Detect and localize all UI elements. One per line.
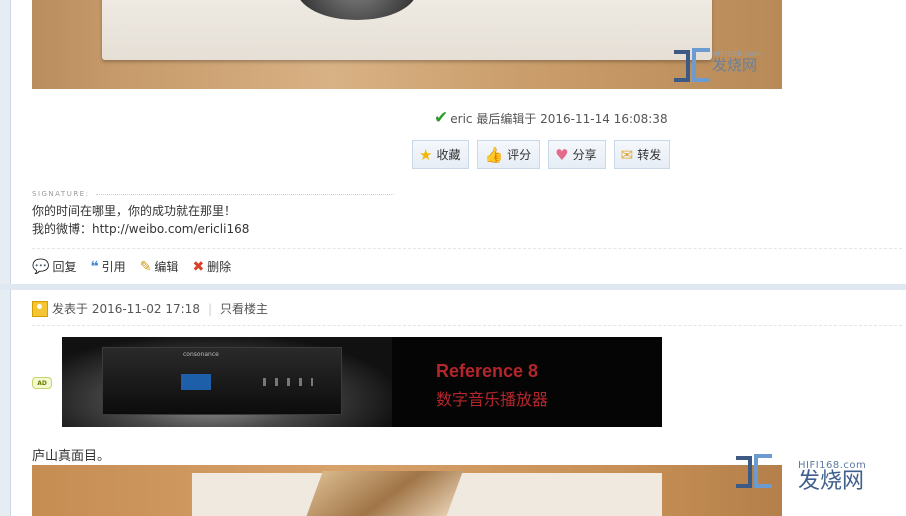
post-separator: [0, 284, 906, 290]
device-screen: [181, 374, 211, 390]
quote-link[interactable]: ❝ 引用: [90, 258, 125, 275]
edit-link[interactable]: ✎ 编辑: [140, 258, 179, 275]
post-footer: 💬 回复 ❝ 引用 ✎ 编辑 ✖ 删除: [32, 258, 231, 275]
favorite-button[interactable]: ★ 收藏: [412, 140, 470, 169]
forward-label: 转发: [637, 148, 662, 162]
watermark-name: 发烧网: [798, 469, 865, 494]
signature-label: SIGNATURE:: [32, 190, 90, 198]
ad-brand: consonance: [183, 351, 219, 358]
check-icon: ✔: [434, 108, 449, 128]
page-watermark-logo: HIFI168.com 发烧网: [734, 452, 866, 502]
edited-note: ✔ eric 最后编辑于 2016-11-14 16:08:38: [434, 108, 668, 128]
reply-link[interactable]: 💬 回复: [32, 258, 76, 275]
star-icon: ★: [419, 145, 433, 164]
ad-subtitle: 数字音乐播放器: [436, 390, 549, 409]
signature-line-1: 你的时间在哪里，你的成功就在那里！: [32, 204, 237, 218]
device-buttons: [263, 378, 313, 386]
favorite-label: 收藏: [436, 148, 461, 162]
signature-divider: [96, 194, 394, 195]
packing-foam: [102, 0, 712, 60]
user-online-icon: [32, 300, 48, 317]
edit-icon: ✎: [139, 258, 152, 275]
thumbs-up-icon: 👍: [484, 145, 504, 164]
left-sidebar-strip: [0, 0, 11, 516]
delete-label: 删除: [207, 260, 232, 274]
rate-button[interactable]: 👍 评分: [477, 140, 541, 169]
divider: [32, 248, 902, 249]
heart-icon: ♥: [555, 145, 569, 164]
edited-note-text: eric 最后编辑于 2016-11-14 16:08:38: [450, 111, 668, 126]
quote-label: 引用: [101, 260, 126, 274]
reply-icon: 💬: [32, 258, 50, 275]
product-bottom: [301, 471, 463, 516]
ad-title: Reference 8: [436, 361, 539, 381]
quote-icon: ❝: [90, 258, 99, 275]
post-actions: ★ 收藏 👍 评分 ♥ 分享 ✉ 转发: [412, 140, 671, 169]
post-header: 发表于 2016-11-02 17:18 | 只看楼主: [32, 300, 268, 317]
delete-link[interactable]: ✖ 删除: [192, 258, 231, 275]
divider: [32, 325, 902, 326]
forward-button[interactable]: ✉ 转发: [613, 140, 671, 169]
edit-label: 编辑: [154, 260, 179, 274]
posted-at: 发表于 2016-11-02 17:18: [52, 302, 200, 316]
watermark-mark-icon: [672, 46, 712, 82]
post-caption: 庐山真面目。: [32, 449, 111, 464]
header-divider: |: [207, 301, 212, 316]
signature-line-2[interactable]: 我的微博：http://weibo.com/ericli168: [32, 220, 249, 237]
mail-icon: ✉: [620, 145, 634, 164]
delete-icon: ✖: [192, 258, 205, 275]
ad-product-image: consonance: [102, 347, 342, 415]
share-label: 分享: [572, 148, 597, 162]
post-photo-bottom: [32, 465, 782, 516]
watermark-name: 发烧网: [712, 56, 758, 74]
watermark-logo: HIFI168.com 发烧网: [672, 46, 761, 82]
ad-badge: AD: [32, 377, 52, 389]
post-photo-top: HIFI168.com 发烧网: [32, 0, 782, 89]
share-button[interactable]: ♥ 分享: [548, 140, 606, 169]
reply-label: 回复: [52, 260, 77, 274]
only-author-link[interactable]: 只看楼主: [220, 300, 268, 317]
watermark-mark-icon: [734, 452, 798, 502]
rate-label: 评分: [507, 148, 532, 162]
ad-banner[interactable]: consonance Reference 8 数字音乐播放器: [62, 337, 662, 427]
